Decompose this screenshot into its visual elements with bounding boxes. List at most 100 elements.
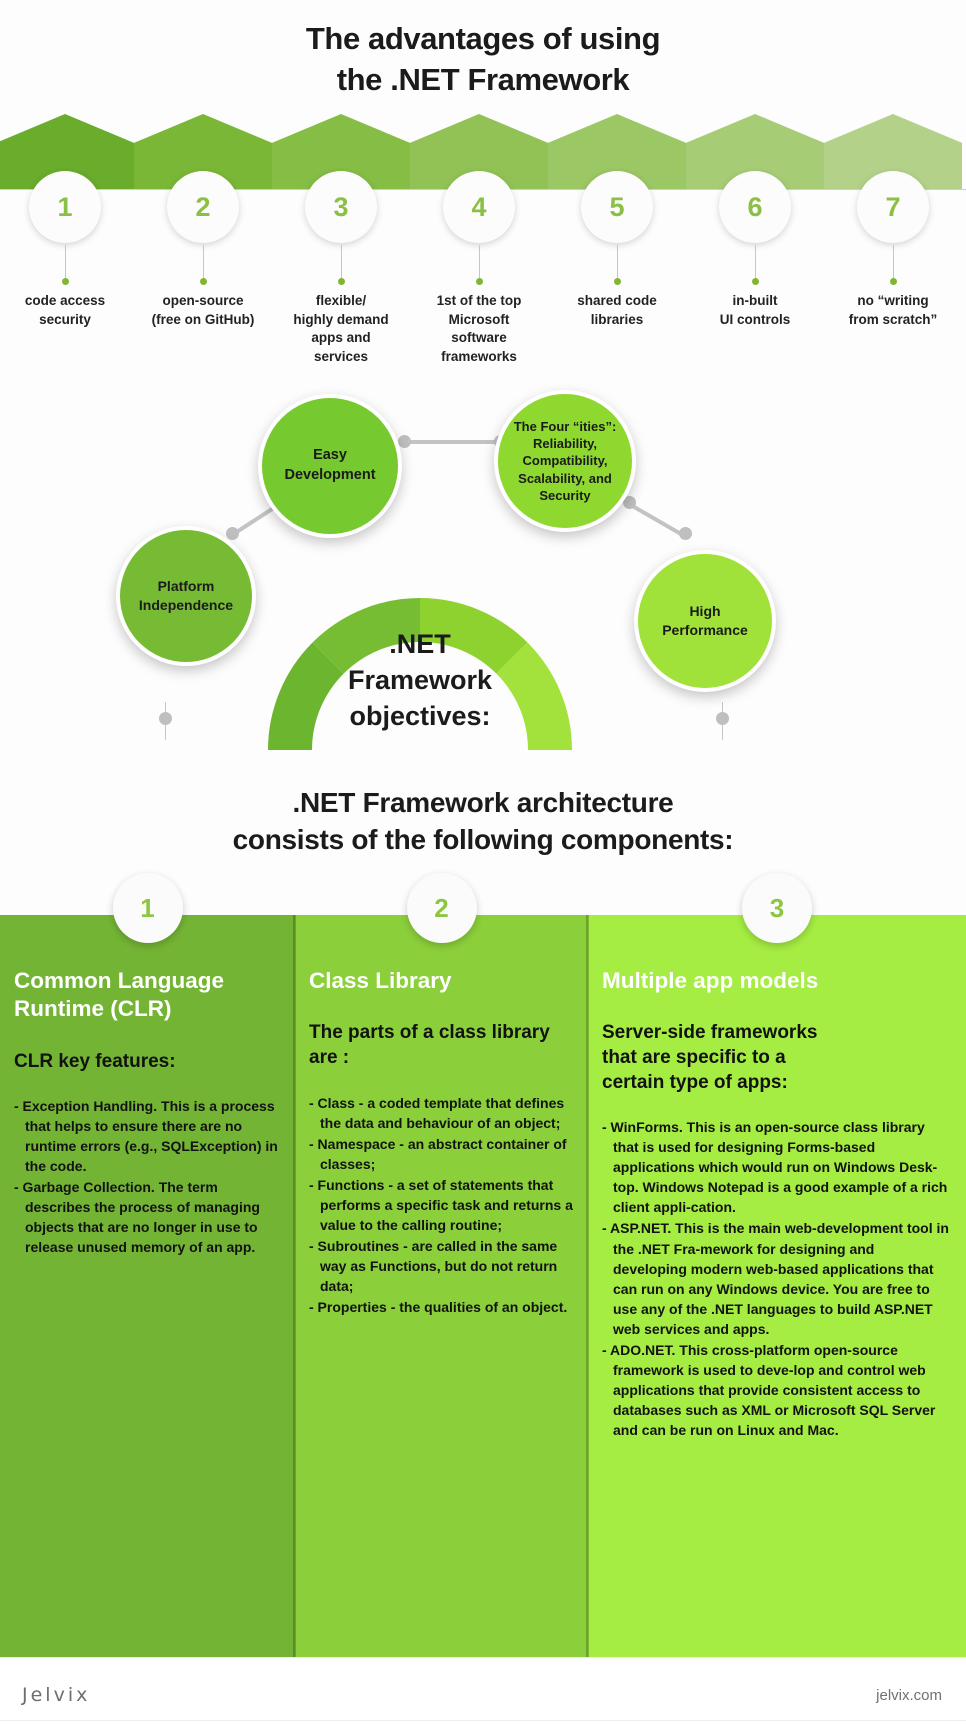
architecture-column-1: 1 Common Language Runtime (CLR) CLR key fea…: [0, 873, 295, 1657]
advantage-label-5: shared code libraries: [577, 293, 657, 327]
advantage-stem-dot-4: [476, 278, 483, 285]
column-title-2: Class Library: [309, 968, 452, 993]
advantage-stem-6: [755, 245, 756, 281]
advantage-stem-dot-5: [614, 278, 621, 285]
architecture-title: .NET Framework architecture consists of …: [0, 785, 966, 859]
page-title-line1: The advantages of using: [305, 21, 661, 56]
advantage-label-1: code access security: [24, 293, 106, 327]
bubble-high-performance: High Performance: [634, 550, 776, 692]
objectives-center-label: .NET Framework objectives:: [347, 629, 493, 731]
connector-ities-high: [628, 502, 682, 536]
list-item-lead: - Functions: [309, 1176, 385, 1193]
bubble-easy-development-label: Easy Development: [284, 447, 376, 483]
architecture-title-line1: .NET Framework architecture: [292, 787, 674, 818]
list-item-lead: - WinForms.: [602, 1119, 683, 1136]
list-item-text: - the qualities of an object.: [386, 1298, 568, 1315]
advantage-stem-7: [893, 245, 894, 281]
list-item-lead: - Class: [309, 1094, 355, 1111]
list-item-text: - a coded template that defines the data…: [320, 1094, 565, 1131]
bubble-platform-independence: Platform Independence: [116, 526, 257, 666]
infographic-page: The advantages of using the .NET Framewo…: [0, 0, 966, 1733]
list-item-lead: - Garbage Collection.: [14, 1179, 155, 1196]
bubble-easy-development: Easy Development: [258, 394, 402, 538]
objectives-arc: .NET Framework objectives:: [255, 575, 585, 750]
bubble-four-ities: The Four “ities”: Reliability, Compatibili…: [494, 390, 636, 538]
advantage-stem-2: [203, 245, 204, 281]
column-separator-1: [293, 915, 296, 1657]
architecture-columns: 1 Common Language Runtime (CLR) CLR key fea…: [0, 873, 966, 1657]
connector-dot-3: [398, 435, 411, 448]
column-title-3: Multiple app models: [602, 968, 819, 993]
objectives-section: .NET Framework objectives: Easy Development…: [0, 370, 966, 770]
architecture-column-2: 2 Class Library The parts of a class libra…: [295, 873, 588, 1657]
connector-easy-ities: [403, 440, 501, 444]
list-item-lead: - Namespace: [309, 1135, 396, 1152]
advantage-stem-3: [341, 245, 342, 281]
bubble-tail-easy-development: [353, 491, 396, 535]
advantage-number-3: 3: [305, 171, 377, 243]
advantage-stem-dot-2: [200, 278, 207, 285]
architecture-column-3: 3 Multiple app models Server-side framewor…: [588, 873, 966, 1657]
column-list-3: - WinForms. This is an open-source class…: [602, 1117, 952, 1439]
footer: Jelvix jelvix.com: [0, 1657, 966, 1733]
page-title-line2: the .NET Framework: [336, 62, 630, 98]
column-subtitle-3: Server-side frameworks that are specific …: [602, 1022, 818, 1093]
list-item: - Properties - the qualities of an objec…: [309, 1297, 574, 1317]
list-item: - ASP.NET. This is the main web-developm…: [602, 1218, 952, 1338]
column-separator-2: [586, 915, 589, 1657]
column-subtitle-1: CLR key features:: [14, 1050, 176, 1072]
column-number-2: 2: [406, 873, 477, 943]
bubble-high-performance-label: High Performance: [662, 603, 748, 638]
advantage-label-2: open-source (free on GitHub): [151, 293, 255, 327]
column-title-1: Common Language Runtime (CLR): [14, 968, 225, 1022]
advantage-stem-dot-1: [62, 278, 69, 285]
advantage-number-5: 5: [581, 171, 653, 243]
advantage-label-6: in-built UI controls: [719, 293, 791, 327]
footer-url[interactable]: jelvix.com: [876, 1687, 942, 1704]
column-number-3: 3: [742, 873, 812, 943]
list-item: - Namespace - an abstract container of c…: [309, 1134, 574, 1174]
advantage-label-7: no “writing from scratch”: [848, 293, 938, 327]
bubble-four-ities-label: The Four “ities”: Reliability, Compatibili…: [513, 419, 617, 503]
connector-dot-1: [226, 527, 239, 540]
advantage-number-2: 2: [167, 171, 239, 243]
advantage-stem-5: [617, 245, 618, 281]
footer-divider: [0, 1720, 966, 1721]
advantage-stem-4: [479, 245, 480, 281]
advantage-stem-dot-7: [890, 278, 897, 285]
list-item: - WinForms. This is an open-source class…: [602, 1117, 952, 1217]
list-item-lead: - ASP.NET.: [602, 1220, 672, 1237]
bubble-tail-high-performance: [638, 635, 681, 678]
advantage-number-7: 7: [857, 171, 929, 243]
bubble-platform-independence-label: Platform Independence: [138, 578, 234, 613]
connector-dot-8: [716, 712, 729, 725]
list-item: - Class - a coded template that defines …: [309, 1093, 574, 1133]
list-item: - Subroutines - are called in the same w…: [309, 1236, 574, 1296]
list-item-lead: - Properties: [309, 1298, 387, 1315]
brand-logo: Jelvix: [22, 1684, 91, 1706]
list-item-lead: - Exception Handling.: [14, 1098, 158, 1115]
advantage-number-1: 1: [29, 171, 101, 243]
list-item: - Exception Handling. This is a process …: [14, 1096, 281, 1176]
advantage-number-6: 6: [719, 171, 791, 243]
column-number-1: 1: [112, 873, 183, 943]
page-title: The advantages of using the .NET Framewo…: [0, 18, 966, 100]
architecture-title-line2: consists of the following components:: [232, 823, 734, 855]
column-list-1: - Exception Handling. This is a process …: [14, 1096, 281, 1257]
connector-dot-7: [159, 712, 172, 725]
column-list-2: - Class - a coded template that defines …: [309, 1093, 574, 1317]
list-item-lead: - Subroutines: [309, 1237, 400, 1254]
advantage-number-4: 4: [443, 171, 515, 243]
list-item-lead: - ADO.NET.: [602, 1341, 676, 1358]
list-item: - Garbage Collection. The term describes…: [14, 1177, 281, 1257]
list-item: - ADO.NET. This cross-platform open-sour…: [602, 1340, 952, 1440]
list-item-text: This is the main web-development tool in…: [613, 1220, 949, 1337]
advantage-stem-1: [65, 245, 66, 281]
column-subtitle-2: The parts of a class library are :: [309, 1022, 550, 1069]
advantage-stem-dot-6: [752, 278, 759, 285]
advantage-label-4: 1st of the top Microsoft software framework…: [436, 293, 522, 364]
list-item: - Functions - a set of statements that p…: [309, 1175, 574, 1235]
advantage-stem-dot-3: [338, 278, 345, 285]
bubble-tail-platform-independence: [213, 620, 257, 664]
connector-dot-6: [679, 527, 692, 540]
